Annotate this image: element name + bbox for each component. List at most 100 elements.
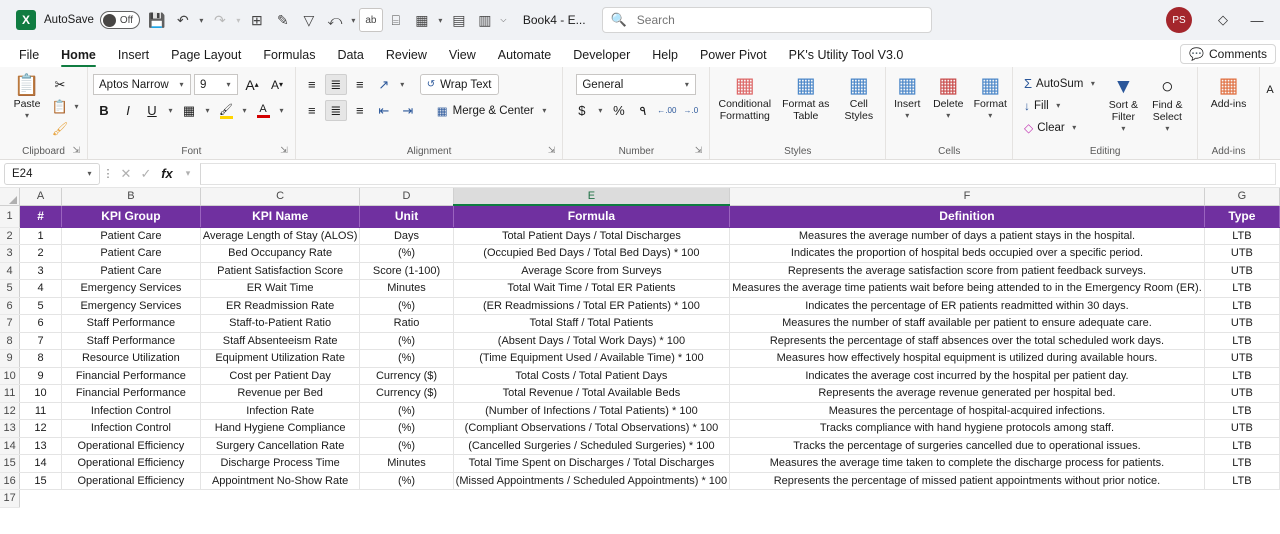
paste-button[interactable]: 📋 Paste ▾	[5, 72, 49, 124]
cell-kpi-group[interactable]: Emergency Services	[61, 297, 201, 315]
font-name-dropdown-icon[interactable]: ▾	[176, 80, 187, 89]
row-header-14[interactable]: 14	[0, 437, 21, 455]
percent-format-button[interactable]: %	[608, 100, 630, 121]
addins-button[interactable]: ▦ Add-ins	[1205, 72, 1253, 112]
cell-kpi-name[interactable]: Staff-to-Patient Ratio	[200, 314, 361, 333]
cell-unit[interactable]: (%)	[359, 297, 454, 315]
bold-button[interactable]: B	[93, 100, 115, 121]
cell-unit[interactable]: Minutes	[359, 454, 454, 473]
copy-dropdown-icon[interactable]: ▾	[71, 102, 82, 111]
cell-unit[interactable]: Minutes	[359, 279, 454, 298]
column-header-e[interactable]: E	[453, 188, 731, 206]
row-header-4[interactable]: 4	[0, 262, 21, 280]
row-header-8[interactable]: 8	[0, 332, 21, 350]
undo-dropdown-icon[interactable]: ▾	[196, 16, 207, 25]
cell-kpi-group[interactable]: Operational Efficiency	[61, 454, 201, 473]
cell-kpi-group[interactable]: Operational Efficiency	[61, 437, 201, 455]
cell-number[interactable]: 13	[19, 437, 62, 455]
cell-definition[interactable]: Tracks compliance with hand hygiene prot…	[729, 419, 1205, 438]
cell-type[interactable]: LTB	[1204, 279, 1280, 298]
cell-kpi-name[interactable]: Infection Rate	[200, 402, 361, 420]
currency-format-button[interactable]: $	[571, 100, 593, 121]
cell-number[interactable]: 7	[19, 332, 62, 350]
row-header-5[interactable]: 5	[0, 279, 21, 298]
cell-formula[interactable]: (Time Equipment Used / Available Time) *…	[453, 349, 731, 368]
align-middle-icon[interactable]: ≣	[324, 74, 347, 95]
italic-button[interactable]: I	[117, 100, 139, 121]
column-header-c[interactable]: C	[200, 188, 361, 206]
cell-empty[interactable]	[360, 490, 453, 508]
confirm-icon[interactable]: ✓	[136, 166, 156, 182]
cell-kpi-name[interactable]: Staff Absenteeism Rate	[200, 332, 361, 350]
alignment-dialog-launcher-icon[interactable]: ⇲	[548, 143, 556, 158]
cell-number[interactable]: 1	[19, 227, 62, 245]
cell-definition[interactable]: Tracks the percentage of surgeries cance…	[729, 437, 1205, 455]
row-header-15[interactable]: 15	[0, 454, 21, 473]
cell-empty[interactable]	[200, 490, 360, 508]
cell-definition[interactable]: Represents the percentage of missed pati…	[729, 472, 1205, 490]
align-right-icon[interactable]: ≡	[349, 100, 371, 121]
cell-styles-button[interactable]: ▦ Cell Styles	[836, 72, 882, 124]
undo-icon[interactable]: ↶	[170, 7, 196, 33]
cell-definition[interactable]: Represents the percentage of staff absen…	[729, 332, 1205, 350]
autosum-button[interactable]: Σ AutoSum ▾	[1021, 73, 1101, 94]
clear-button[interactable]: ◇ Clear ▾	[1021, 117, 1101, 138]
cancel-icon[interactable]: ✕	[116, 166, 136, 182]
calculator-grid-icon[interactable]: ⌸	[383, 7, 409, 33]
format-cells-dropdown-icon[interactable]: ▾	[985, 110, 996, 122]
header-cell-kpi-group[interactable]: KPI Group	[61, 205, 201, 228]
font-size-select[interactable]: 9 ▾	[194, 74, 238, 95]
cell-empty[interactable]	[730, 490, 1205, 508]
insert-cells-dropdown-icon[interactable]: ▾	[902, 110, 913, 122]
cell-unit[interactable]: Days	[359, 227, 454, 245]
spelling-icon[interactable]: ab	[358, 8, 383, 32]
cell-kpi-name[interactable]: Equipment Utilization Rate	[200, 349, 361, 368]
cell-type[interactable]: LTB	[1204, 227, 1280, 245]
name-box-dropdown-icon[interactable]: ▾	[84, 169, 95, 178]
row-header-13[interactable]: 13	[0, 419, 21, 438]
grow-font-icon[interactable]: A ▴	[241, 74, 263, 95]
cell-unit[interactable]: (%)	[359, 419, 454, 438]
orientation-icon[interactable]: ↗	[373, 74, 395, 95]
sort-filter-dropdown-icon[interactable]: ▾	[1118, 123, 1129, 135]
cell-formula[interactable]: (ER Readmissions / Total ER Patients) * …	[453, 297, 731, 315]
minimize-button[interactable]: —	[1240, 2, 1274, 38]
select-all-corner[interactable]	[0, 188, 21, 206]
cell-type[interactable]: LTB	[1204, 437, 1280, 455]
font-color-dropdown-icon[interactable]: ▾	[276, 106, 287, 115]
cell-formula[interactable]: (Absent Days / Total Work Days) * 100	[453, 332, 731, 350]
autosave-toggle[interactable]: Off	[99, 11, 140, 29]
cell-empty[interactable]	[61, 490, 200, 508]
align-center-icon[interactable]: ≣	[324, 100, 347, 121]
autosum-dropdown-icon[interactable]: ▾	[1087, 79, 1098, 88]
comments-button[interactable]: 💬 Comments	[1180, 44, 1276, 64]
tab-power-pivot[interactable]: Power Pivot	[689, 46, 778, 67]
cell-definition[interactable]: Indicates the percentage of ER patients …	[729, 297, 1205, 315]
cell-formula[interactable]: (Cancelled Surgeries / Scheduled Surgeri…	[453, 437, 731, 455]
cell-type[interactable]: LTB	[1204, 454, 1280, 473]
delete-cells-button[interactable]: ▦ Delete ▾	[927, 72, 969, 124]
cell-formula[interactable]: Total Staff / Total Patients	[453, 314, 731, 333]
underline-dropdown-icon[interactable]: ▾	[165, 106, 176, 115]
decrease-decimal-icon[interactable]: →.0	[680, 100, 702, 121]
increase-indent-icon[interactable]: ⇥	[397, 100, 419, 121]
cell-number[interactable]: 9	[19, 367, 62, 385]
table-icon[interactable]: ⊞	[244, 7, 270, 33]
sort-filter-button[interactable]: ▼ Sort & Filter ▾	[1101, 73, 1145, 137]
cell-type[interactable]: UTB	[1204, 314, 1280, 333]
increase-decimal-icon[interactable]: ←.00	[656, 100, 678, 121]
font-color-icon[interactable]: A	[252, 100, 274, 121]
cell-type[interactable]: UTB	[1204, 262, 1280, 280]
cell-type[interactable]: LTB	[1204, 297, 1280, 315]
column-header-a[interactable]: A	[19, 188, 62, 206]
cell-definition[interactable]: Represents the average revenue generated…	[729, 384, 1205, 403]
row-header-12[interactable]: 12	[0, 402, 21, 420]
insert-cells-button[interactable]: ▦ Insert ▾	[887, 72, 927, 124]
cell-definition[interactable]: Indicates the average cost incurred by t…	[729, 367, 1205, 385]
column-header-f[interactable]: F	[729, 188, 1205, 206]
font-name-select[interactable]: Aptos Narrow ▾	[93, 74, 191, 95]
delete-cells-dropdown-icon[interactable]: ▾	[943, 110, 954, 122]
cell-kpi-name[interactable]: Hand Hygiene Compliance	[200, 419, 361, 438]
tab-help[interactable]: Help	[641, 46, 689, 67]
cell-type[interactable]: LTB	[1204, 367, 1280, 385]
